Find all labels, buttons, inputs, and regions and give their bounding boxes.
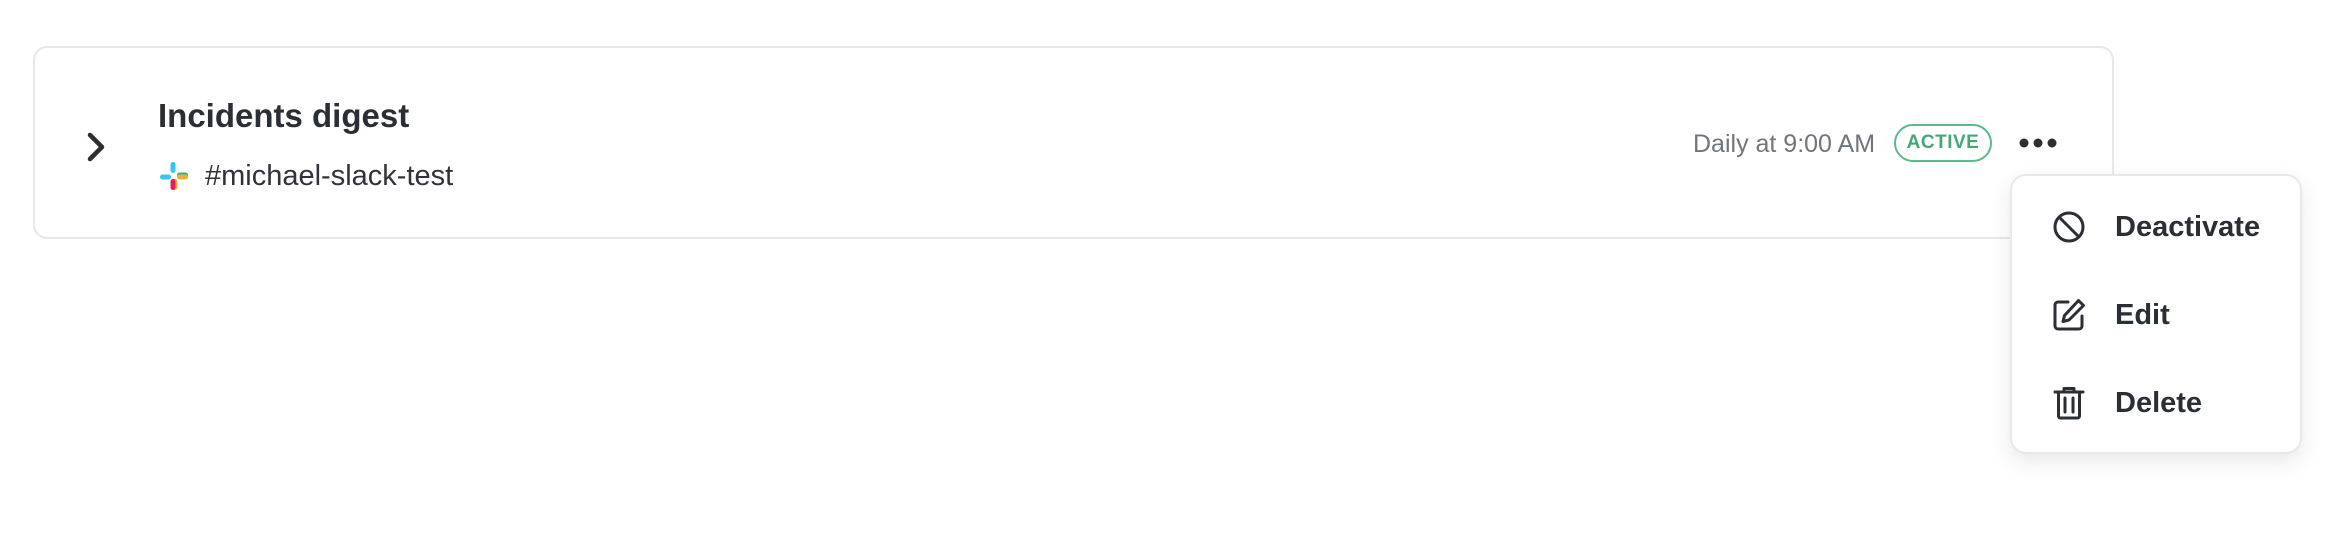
chevron-right-icon (87, 132, 105, 162)
menu-label-deactivate: Deactivate (2115, 210, 2261, 243)
ban-icon (2053, 211, 2085, 243)
more-options-button[interactable] (2012, 120, 2064, 166)
expand-button[interactable] (73, 124, 119, 170)
menu-label-edit: Edit (2115, 298, 2170, 331)
menu-item-delete[interactable]: Delete (2012, 371, 2300, 435)
slack-icon (160, 162, 188, 190)
actions-menu: Deactivate Edit Delete (2010, 174, 2302, 454)
status-badge: ACTIVE (1894, 124, 1992, 162)
channel-name: #michael-slack-test (205, 159, 454, 192)
menu-item-deactivate[interactable]: Deactivate (2012, 195, 2300, 259)
trash-icon (2053, 387, 2085, 420)
digest-title: Incidents digest (158, 97, 410, 134)
schedule-text: Daily at 9:00 AM (1693, 130, 1876, 158)
more-horizontal-icon (2019, 138, 2057, 148)
channel-row: #michael-slack-test (158, 156, 453, 196)
menu-label-delete: Delete (2115, 386, 2203, 419)
edit-icon (2053, 299, 2085, 331)
menu-item-edit[interactable]: Edit (2012, 283, 2300, 347)
